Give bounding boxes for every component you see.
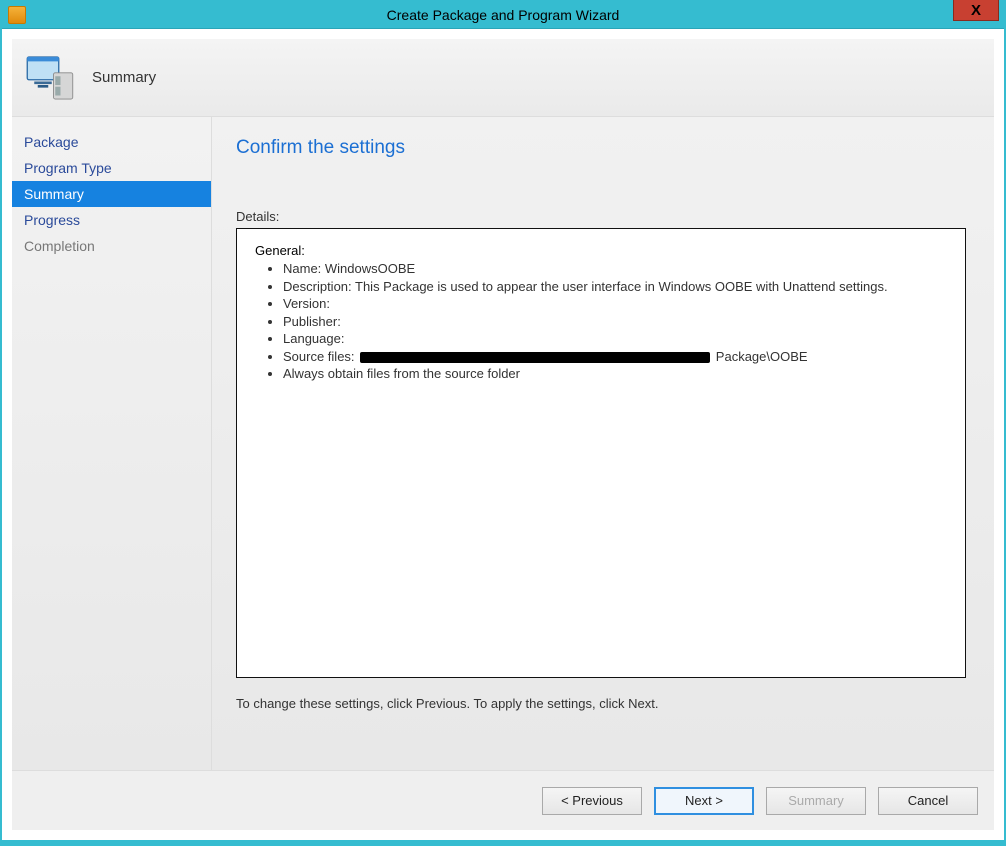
details-list: Name: WindowsOOBE Description: This Pack… — [255, 260, 947, 383]
wizard-header-icon — [22, 50, 78, 106]
detail-language: Language: — [283, 330, 947, 348]
hint-text: To change these settings, click Previous… — [236, 696, 966, 711]
detail-name: Name: WindowsOOBE — [283, 260, 947, 278]
next-button[interactable]: Next > — [654, 787, 754, 815]
title-bar: Create Package and Program Wizard X — [2, 1, 1004, 29]
nav-item-program-type[interactable]: Program Type — [12, 155, 211, 181]
wizard-body: Summary Package Program Type Summary Pro… — [12, 39, 994, 830]
nav-item-summary[interactable]: Summary — [12, 181, 211, 207]
source-prefix: Source files: — [283, 349, 355, 364]
details-label: Details: — [236, 209, 966, 224]
cancel-button[interactable]: Cancel — [878, 787, 978, 815]
detail-source-files: Source files: Package\OOBE — [283, 348, 947, 366]
wizard-content: Confirm the settings Details: General: N… — [212, 117, 994, 770]
wizard-window: Create Package and Program Wizard X Summ… — [0, 0, 1006, 846]
app-icon — [8, 6, 26, 24]
details-box: General: Name: WindowsOOBE Description: … — [236, 228, 966, 678]
close-icon: X — [971, 2, 981, 19]
detail-always-obtain: Always obtain files from the source fold… — [283, 365, 947, 383]
window-title: Create Package and Program Wizard — [387, 7, 620, 23]
details-general-header: General: — [255, 243, 947, 258]
wizard-header: Summary — [12, 39, 994, 117]
wizard-header-title: Summary — [92, 69, 156, 86]
detail-version: Version: — [283, 295, 947, 313]
source-suffix: Package\OOBE — [716, 349, 808, 364]
nav-item-completion: Completion — [12, 233, 211, 259]
close-button[interactable]: X — [953, 0, 999, 21]
detail-description: Description: This Package is used to app… — [283, 278, 947, 296]
detail-publisher: Publisher: — [283, 313, 947, 331]
content-heading: Confirm the settings — [236, 137, 966, 159]
nav-item-progress[interactable]: Progress — [12, 207, 211, 233]
summary-button: Summary — [766, 787, 866, 815]
wizard-nav: Package Program Type Summary Progress Co… — [12, 117, 212, 770]
nav-item-package[interactable]: Package — [12, 129, 211, 155]
redacted-path — [360, 352, 710, 363]
wizard-main: Package Program Type Summary Progress Co… — [12, 117, 994, 770]
previous-button[interactable]: < Previous — [542, 787, 642, 815]
wizard-buttons: < Previous Next > Summary Cancel — [12, 770, 994, 830]
